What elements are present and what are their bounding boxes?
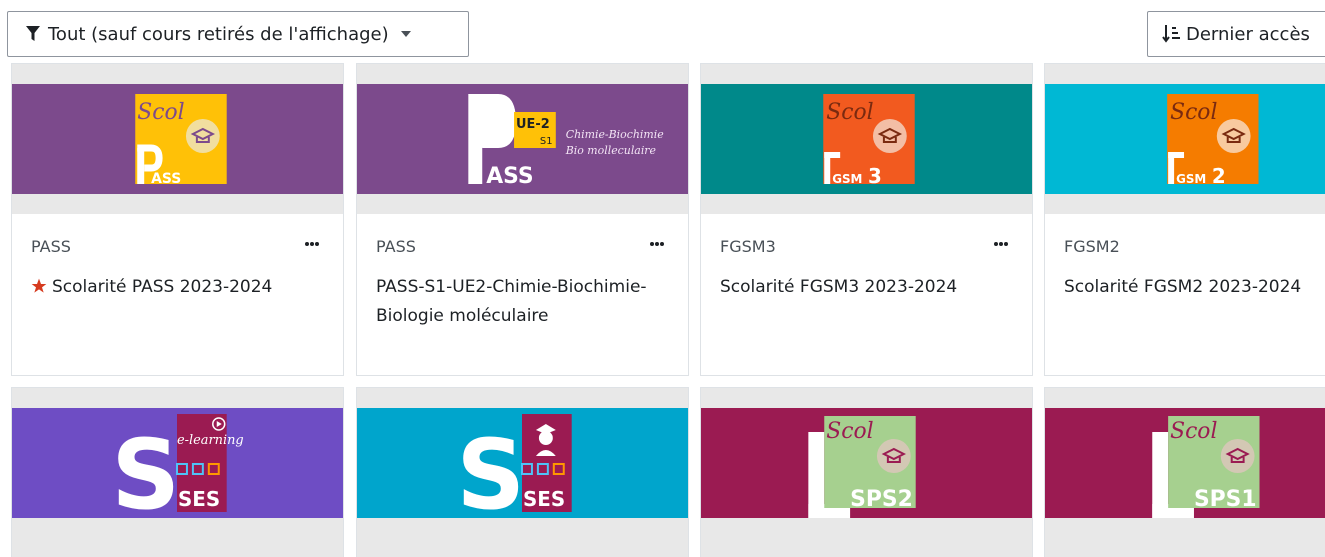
- course-logo-ses-graduate: S SES: [357, 408, 688, 518]
- svg-text:2: 2: [1212, 165, 1226, 188]
- chevron-down-icon: [400, 31, 411, 37]
- sort-dropdown[interactable]: Dernier accès: [1147, 11, 1325, 57]
- course-card[interactable]: Scol SPS1: [1044, 387, 1325, 557]
- svg-text:SES: SES: [523, 487, 565, 511]
- course-logo-scol-fgsm2: Scol GSM 2: [1045, 84, 1325, 194]
- course-image[interactable]: S SES: [357, 388, 688, 557]
- course-category: FGSM3: [720, 237, 776, 256]
- course-logo-ses-elearning: S e-learning SES: [12, 408, 343, 518]
- course-image[interactable]: Scol SPS2: [701, 388, 1032, 557]
- more-options-icon[interactable]: [650, 242, 664, 246]
- more-options-icon[interactable]: [305, 242, 319, 246]
- course-title-link[interactable]: Scolarité FGSM3 2023-2024: [720, 273, 1000, 302]
- course-card[interactable]: UE-2 S1 ASS Chimie-Biochimie Bio mollecu…: [356, 63, 689, 376]
- course-filter-dropdown[interactable]: Tout (sauf cours retirés de l'affichage): [7, 11, 469, 57]
- course-image[interactable]: S e-learning SES: [12, 388, 343, 557]
- course-card[interactable]: S e-learning SES: [11, 387, 344, 557]
- svg-text:ASS: ASS: [486, 164, 533, 189]
- course-card[interactable]: S SES: [356, 387, 689, 557]
- course-title-link[interactable]: PASS-S1-UE2-Chimie-Biochimie-Biologie mo…: [376, 273, 656, 331]
- course-image[interactable]: UE-2 S1 ASS Chimie-Biochimie Bio mollecu…: [357, 64, 688, 214]
- course-category: PASS: [376, 237, 416, 256]
- course-logo-scol-fgsm3: Scol GSM 3: [701, 84, 1032, 194]
- svg-text:Chimie-Biochimie: Chimie-Biochimie: [566, 128, 664, 141]
- course-logo-scol-sps1: Scol SPS1: [1045, 408, 1325, 518]
- course-image[interactable]: Scol GSM 3: [701, 64, 1032, 214]
- course-logo-scol-sps2: Scol SPS2: [701, 408, 1032, 518]
- svg-text:Scol: Scol: [826, 100, 873, 125]
- svg-text:GSM: GSM: [832, 172, 862, 186]
- more-options-icon[interactable]: [994, 242, 1008, 246]
- course-title-link[interactable]: Scolarité PASS 2023-2024: [31, 273, 311, 302]
- svg-text:S: S: [456, 419, 525, 518]
- svg-text:Scol: Scol: [826, 419, 873, 444]
- filter-icon: [26, 26, 40, 41]
- course-category: FGSM2: [1064, 237, 1120, 256]
- svg-text:ASS: ASS: [151, 171, 181, 187]
- svg-text:SPS2: SPS2: [850, 487, 913, 512]
- course-logo-pass-ue2: UE-2 S1 ASS Chimie-Biochimie Bio mollecu…: [357, 84, 688, 194]
- course-filter-label: Tout (sauf cours retirés de l'affichage): [48, 23, 389, 45]
- course-image[interactable]: Scol GSM 2: [1045, 64, 1325, 214]
- course-title-link[interactable]: Scolarité FGSM2 2023-2024: [1064, 273, 1325, 302]
- course-image[interactable]: Scol SPS1: [1045, 388, 1325, 557]
- star-icon: [31, 278, 47, 293]
- svg-text:S: S: [111, 419, 180, 518]
- svg-text:e-learning: e-learning: [177, 433, 244, 448]
- svg-text:SPS1: SPS1: [1194, 487, 1257, 512]
- svg-text:S1: S1: [540, 136, 553, 147]
- course-card[interactable]: Scol SPS2: [700, 387, 1033, 557]
- course-category: PASS: [31, 237, 71, 256]
- svg-text:3: 3: [868, 164, 882, 188]
- svg-text:Scol: Scol: [1170, 419, 1217, 444]
- svg-text:Bio molleculaire: Bio molleculaire: [565, 144, 656, 157]
- svg-text:GSM: GSM: [1176, 172, 1206, 186]
- svg-text:UE-2: UE-2: [516, 117, 550, 132]
- course-card[interactable]: Scol ASS PASS Scolarité PASS 2023-2024: [11, 63, 344, 376]
- course-card[interactable]: Scol GSM 2 FGSM2 Scolarité FGSM2 2023-20…: [1044, 63, 1325, 376]
- svg-text:SES: SES: [178, 487, 220, 511]
- sort-icon: [1162, 25, 1180, 43]
- course-image[interactable]: Scol ASS: [12, 64, 343, 214]
- course-logo-scol-pass: Scol ASS: [12, 84, 343, 194]
- course-card[interactable]: Scol GSM 3 FGSM3 Scolarité FGSM3 2023-20…: [700, 63, 1033, 376]
- svg-text:Scol: Scol: [1170, 100, 1217, 125]
- sort-label: Dernier accès: [1186, 23, 1310, 45]
- svg-text:Scol: Scol: [137, 100, 184, 125]
